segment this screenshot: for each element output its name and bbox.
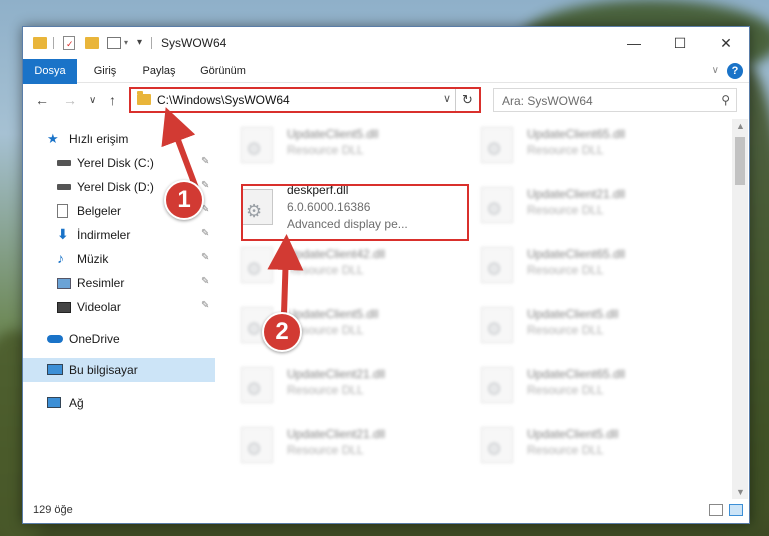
step-1-badge: 1 xyxy=(164,180,204,220)
arrow-2 xyxy=(267,234,304,315)
arrow-1 xyxy=(161,107,199,190)
step-2-badge: 2 xyxy=(262,312,302,352)
annotation-arrows xyxy=(161,107,304,319)
